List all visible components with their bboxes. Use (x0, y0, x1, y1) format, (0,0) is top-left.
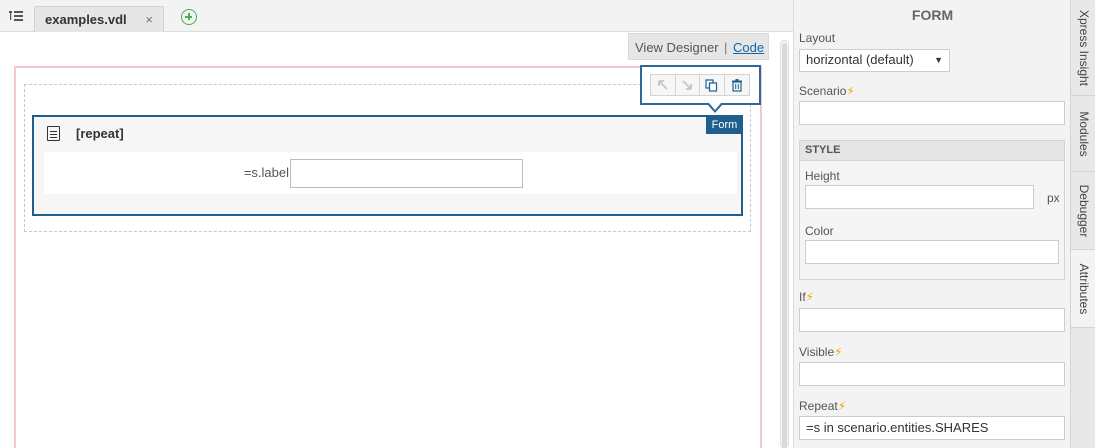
tab-xpress-insight[interactable]: Xpress Insight (1071, 0, 1095, 96)
style-section: STYLE Height px Color (799, 140, 1065, 280)
add-tab-icon[interactable] (181, 9, 197, 25)
toolbar-pointer-inner (709, 103, 721, 110)
view-designer-label[interactable]: View Designer (635, 40, 719, 55)
scrollbar-thumb[interactable] (782, 43, 787, 448)
tab-bar: examples.vdl × (0, 0, 793, 32)
style-heading: STYLE (800, 141, 1064, 161)
file-tree-toggle-icon[interactable] (9, 10, 23, 22)
component-toolbar (640, 65, 761, 105)
tab-modules[interactable]: Modules (1071, 96, 1095, 172)
editor-area: examples.vdl × View Designer | Code Form… (0, 0, 793, 448)
toolbar-buttons (650, 74, 750, 96)
if-input[interactable] (799, 308, 1065, 332)
layout-value: horizontal (default) (806, 52, 914, 67)
layout-label: Layout (799, 31, 836, 45)
delete-icon[interactable] (725, 75, 749, 95)
tab-attributes[interactable]: Attributes (1071, 250, 1095, 328)
if-label: If⚡ (799, 290, 815, 304)
field-label: =s.label (243, 165, 289, 180)
scenario-input[interactable] (799, 101, 1065, 125)
expression-bolt-icon: ⚡ (846, 84, 855, 98)
repeat-input[interactable]: =s in scenario.entities.SHARES (799, 416, 1065, 440)
view-switch: View Designer | Code (628, 33, 769, 60)
repeat-title: [repeat] (76, 126, 124, 141)
document-icon (47, 126, 60, 141)
panel-title: FORM (911, 7, 954, 23)
form-badge: Form (706, 117, 743, 134)
color-label: Color (805, 224, 834, 238)
height-input[interactable] (805, 185, 1034, 209)
tab-debugger[interactable]: Debugger (1071, 172, 1095, 250)
color-input[interactable] (805, 240, 1059, 264)
height-unit: px (1047, 191, 1060, 205)
visible-label: Visible⚡ (799, 345, 843, 359)
canvas-scrollbar[interactable] (780, 40, 789, 448)
form-row: =s.label (44, 152, 737, 194)
form-component[interactable]: Form [repeat] =s.label (32, 115, 743, 216)
dropdown-caret-icon: ▼ (934, 55, 943, 65)
duplicate-icon[interactable] (700, 75, 725, 95)
properties-panel: FORM Layout horizontal (default) ▼ Scena… (793, 0, 1070, 448)
scenario-label: Scenario⚡ (799, 84, 855, 98)
close-icon[interactable]: × (145, 12, 153, 27)
tab-label: examples.vdl (45, 12, 127, 27)
repeat-label: Repeat⚡ (799, 399, 847, 413)
move-down-icon[interactable] (676, 75, 700, 95)
visible-input[interactable] (799, 362, 1065, 386)
tab-examples-vdl[interactable]: examples.vdl × (34, 6, 164, 32)
expression-bolt-icon: ⚡ (805, 290, 815, 304)
field-input[interactable] (290, 159, 523, 188)
expression-bolt-icon: ⚡ (837, 399, 847, 413)
move-up-icon[interactable] (651, 75, 676, 95)
view-code-link[interactable]: Code (733, 40, 764, 55)
expression-bolt-icon: ⚡ (834, 345, 843, 359)
layout-select[interactable]: horizontal (default) ▼ (799, 49, 950, 72)
view-separator: | (724, 40, 728, 55)
side-tab-strip: Xpress Insight Modules Debugger Attribut… (1070, 0, 1095, 448)
height-label: Height (805, 169, 840, 183)
